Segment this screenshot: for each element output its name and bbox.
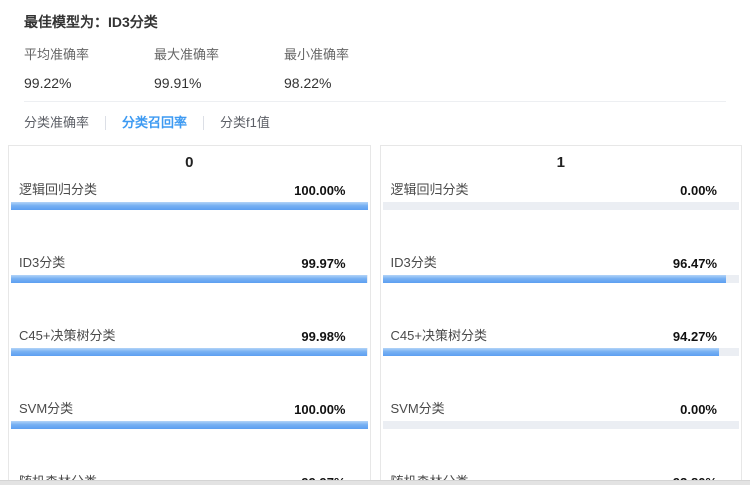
recall-panels: 0 逻辑回归分类 100.00% ID3分类 99.97% C45+决策树分类 … <box>8 145 742 485</box>
recall-value: 94.27% <box>673 329 717 344</box>
bar-track <box>383 421 740 429</box>
bar-track <box>11 348 368 356</box>
model-label: 逻辑回归分类 <box>391 179 469 198</box>
tab-divider <box>203 116 204 130</box>
tab-classification-accuracy[interactable]: 分类准确率 <box>24 115 89 131</box>
panel-class-0: 0 逻辑回归分类 100.00% ID3分类 99.97% C45+决策树分类 … <box>8 145 371 485</box>
panel-class-1-title: 1 <box>381 152 742 174</box>
model-label: SVM分类 <box>19 398 73 417</box>
tab-classification-recall[interactable]: 分类召回率 <box>122 115 187 131</box>
recall-value: 96.47% <box>673 256 717 271</box>
metric-tabs: 分类准确率 分类召回率 分类f1值 <box>0 102 750 143</box>
model-label: SVM分类 <box>391 398 445 417</box>
bar-row: C45+决策树分类 94.27% <box>381 326 742 356</box>
bar-row: SVM分类 0.00% <box>381 399 742 429</box>
tab-divider <box>105 116 106 130</box>
bar-row: ID3分类 99.97% <box>9 253 370 283</box>
bar-row: ID3分类 96.47% <box>381 253 742 283</box>
recall-value: 0.00% <box>680 183 717 198</box>
bar-row: 逻辑回归分类 0.00% <box>381 180 742 210</box>
recall-value: 0.00% <box>680 402 717 417</box>
stat-label: 最大准确率 <box>154 44 284 63</box>
recall-value: 99.98% <box>301 329 345 344</box>
bar-row: SVM分类 100.00% <box>9 399 370 429</box>
bar-fill <box>383 275 727 283</box>
bar-fill <box>11 421 368 429</box>
model-label: ID3分类 <box>391 252 437 271</box>
model-label: C45+决策树分类 <box>19 325 115 344</box>
tab-classification-f1[interactable]: 分类f1值 <box>220 115 270 131</box>
recall-value: 100.00% <box>294 402 345 417</box>
bar-track <box>383 275 740 283</box>
stat-value: 98.22% <box>284 75 414 91</box>
stat-avg-accuracy: 平均准确率 99.22% <box>24 44 154 91</box>
model-label: 逻辑回归分类 <box>19 179 97 198</box>
summary-header: 最佳模型为：ID3分类 平均准确率 99.22% 最大准确率 99.91% 最小… <box>0 0 750 102</box>
stats-row: 平均准确率 99.22% 最大准确率 99.91% 最小准确率 98.22% <box>24 44 726 91</box>
bar-row: 逻辑回归分类 100.00% <box>9 180 370 210</box>
bar-track <box>11 275 368 283</box>
stat-min-accuracy: 最小准确率 98.22% <box>284 44 414 91</box>
stat-value: 99.91% <box>154 75 284 91</box>
bar-row: C45+决策树分类 99.98% <box>9 326 370 356</box>
panel-class-0-title: 0 <box>9 152 370 174</box>
bar-track <box>11 202 368 210</box>
stat-max-accuracy: 最大准确率 99.91% <box>154 44 284 91</box>
panel-class-1: 1 逻辑回归分类 0.00% ID3分类 96.47% C45+决策树分类 94… <box>380 145 743 485</box>
model-label: ID3分类 <box>19 252 65 271</box>
recall-value: 100.00% <box>294 183 345 198</box>
model-label: C45+决策树分类 <box>391 325 487 344</box>
bar-fill <box>11 348 367 356</box>
recall-value: 99.97% <box>301 256 345 271</box>
bar-fill <box>383 348 719 356</box>
bar-fill <box>11 275 367 283</box>
horizontal-scrollbar[interactable] <box>0 480 750 485</box>
stat-value: 99.22% <box>24 75 154 91</box>
bar-track <box>11 421 368 429</box>
stat-label: 最小准确率 <box>284 44 414 63</box>
bar-track <box>383 348 740 356</box>
bar-track <box>383 202 740 210</box>
best-model-title: 最佳模型为：ID3分类 <box>24 12 726 32</box>
bar-fill <box>11 202 368 210</box>
stat-label: 平均准确率 <box>24 44 154 63</box>
